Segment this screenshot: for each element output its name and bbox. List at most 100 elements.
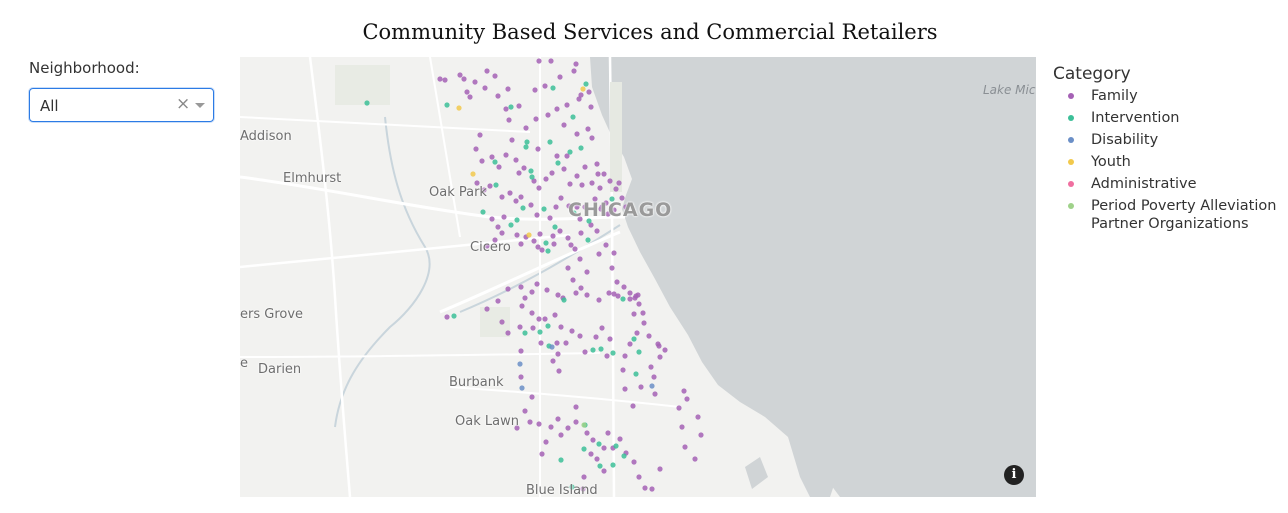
service-point-family[interactable] xyxy=(437,76,443,82)
service-point-disability[interactable] xyxy=(519,385,525,391)
service-point-family[interactable] xyxy=(444,314,450,320)
service-point-intervention[interactable] xyxy=(597,463,603,469)
service-point-family[interactable] xyxy=(607,178,613,184)
service-point-family[interactable] xyxy=(582,349,588,355)
service-point-family[interactable] xyxy=(648,364,654,370)
service-point-family[interactable] xyxy=(543,176,549,182)
service-point-family[interactable] xyxy=(584,430,590,436)
service-point-family[interactable] xyxy=(518,194,524,200)
service-point-family[interactable] xyxy=(564,153,570,159)
service-point-family[interactable] xyxy=(518,284,524,290)
service-point-family[interactable] xyxy=(695,414,701,420)
service-point-intervention[interactable] xyxy=(541,206,547,212)
service-point-family[interactable] xyxy=(662,347,668,353)
service-point-family[interactable] xyxy=(555,292,561,298)
service-point-family[interactable] xyxy=(544,287,550,293)
service-point-family[interactable] xyxy=(596,297,602,303)
service-point-family[interactable] xyxy=(572,246,578,252)
service-point-family[interactable] xyxy=(578,230,584,236)
service-point-intervention[interactable] xyxy=(636,349,642,355)
service-point-family[interactable] xyxy=(521,165,527,171)
service-point-intervention[interactable] xyxy=(620,296,626,302)
service-point-family[interactable] xyxy=(554,106,560,112)
service-point-family[interactable] xyxy=(548,424,554,430)
service-point-family[interactable] xyxy=(499,230,505,236)
service-point-family[interactable] xyxy=(509,137,515,143)
service-point-family[interactable] xyxy=(578,285,584,291)
service-point-family[interactable] xyxy=(518,348,524,354)
service-point-family[interactable] xyxy=(565,235,571,241)
service-point-family[interactable] xyxy=(472,79,478,85)
legend-item-period[interactable]: Period Poverty Alleviation Partner Organ… xyxy=(1053,197,1281,233)
service-point-intervention[interactable] xyxy=(522,330,528,336)
service-point-disability[interactable] xyxy=(649,383,655,389)
legend-item-youth[interactable]: Youth xyxy=(1053,153,1281,171)
service-point-family[interactable] xyxy=(499,194,505,200)
service-point-intervention[interactable] xyxy=(570,114,576,120)
service-point-family[interactable] xyxy=(505,330,511,336)
service-point-family[interactable] xyxy=(594,228,600,234)
service-point-family[interactable] xyxy=(692,456,698,462)
service-point-family[interactable] xyxy=(557,74,563,80)
service-point-family[interactable] xyxy=(533,116,539,122)
service-point-family[interactable] xyxy=(573,404,579,410)
service-point-family[interactable] xyxy=(657,354,663,360)
service-point-intervention[interactable] xyxy=(451,313,457,319)
service-point-family[interactable] xyxy=(530,325,536,331)
service-point-family[interactable] xyxy=(457,72,463,78)
service-point-family[interactable] xyxy=(574,173,580,179)
service-point-family[interactable] xyxy=(585,126,591,132)
service-point-family[interactable] xyxy=(529,310,535,316)
service-point-family[interactable] xyxy=(542,316,548,322)
service-point-family[interactable] xyxy=(682,444,688,450)
service-point-family[interactable] xyxy=(554,340,560,346)
service-point-intervention[interactable] xyxy=(508,104,514,110)
service-point-family[interactable] xyxy=(641,320,647,326)
service-point-family[interactable] xyxy=(681,388,687,394)
service-point-family[interactable] xyxy=(596,251,602,257)
service-point-family[interactable] xyxy=(599,325,605,331)
service-point-family[interactable] xyxy=(633,293,639,299)
service-point-family[interactable] xyxy=(597,185,603,191)
service-point-family[interactable] xyxy=(578,92,584,98)
service-point-period[interactable] xyxy=(581,422,587,428)
service-point-family[interactable] xyxy=(547,215,553,221)
service-point-family[interactable] xyxy=(588,451,594,457)
neighborhood-select[interactable]: All × xyxy=(29,88,214,122)
service-point-family[interactable] xyxy=(563,340,569,346)
service-point-family[interactable] xyxy=(577,333,583,339)
service-point-family[interactable] xyxy=(548,58,554,64)
service-point-family[interactable] xyxy=(529,394,535,400)
service-point-family[interactable] xyxy=(568,242,574,248)
service-point-family[interactable] xyxy=(561,122,567,128)
service-point-family[interactable] xyxy=(640,310,646,316)
service-point-family[interactable] xyxy=(549,170,555,176)
service-point-family[interactable] xyxy=(622,386,628,392)
service-point-family[interactable] xyxy=(593,334,599,340)
service-point-family[interactable] xyxy=(614,279,620,285)
service-point-intervention[interactable] xyxy=(610,350,616,356)
service-point-family[interactable] xyxy=(484,68,490,74)
service-point-intervention[interactable] xyxy=(581,446,587,452)
service-point-family[interactable] xyxy=(487,183,493,189)
service-point-family[interactable] xyxy=(601,445,607,451)
service-point-family[interactable] xyxy=(461,76,467,82)
service-point-intervention[interactable] xyxy=(545,248,551,254)
service-point-family[interactable] xyxy=(528,202,534,208)
service-point-family[interactable] xyxy=(513,157,519,163)
service-point-family[interactable] xyxy=(513,198,519,204)
service-point-family[interactable] xyxy=(554,153,560,159)
service-point-intervention[interactable] xyxy=(523,144,529,150)
service-point-family[interactable] xyxy=(634,330,640,336)
service-point-intervention[interactable] xyxy=(537,329,543,335)
service-point-family[interactable] xyxy=(646,333,652,339)
service-point-family[interactable] xyxy=(594,456,600,462)
legend-item-intervention[interactable]: Intervention xyxy=(1053,109,1281,127)
service-point-family[interactable] xyxy=(609,265,615,271)
service-point-intervention[interactable] xyxy=(610,462,616,468)
service-point-intervention[interactable] xyxy=(621,453,627,459)
service-point-intervention[interactable] xyxy=(596,441,602,447)
service-point-family[interactable] xyxy=(657,466,663,472)
service-point-youth[interactable] xyxy=(526,232,532,238)
service-point-family[interactable] xyxy=(543,439,549,445)
